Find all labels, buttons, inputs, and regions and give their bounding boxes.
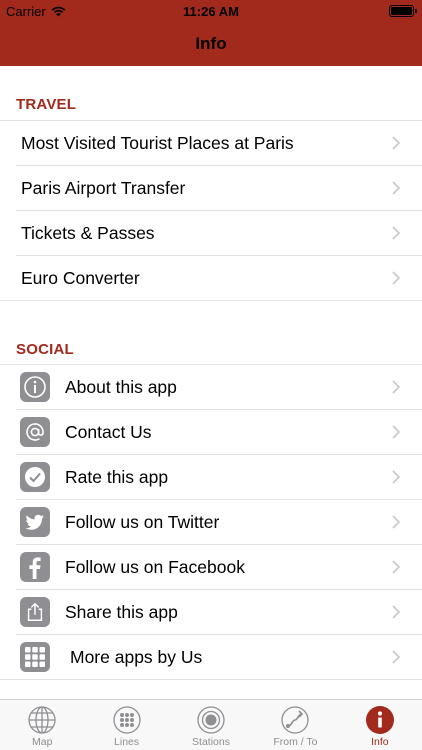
list-item-label: Tickets & Passes [21,222,155,243]
list-item-label: Follow us on Twitter [65,511,220,532]
list-item-about[interactable]: About this app [16,365,422,410]
chevron-right-icon [392,650,401,664]
share-icon [20,597,50,627]
list-item-label: Most Visited Tourist Places at Paris [21,132,294,153]
page-title: Info [195,34,227,53]
list-item-rate[interactable]: Rate this app [16,455,422,500]
chevron-right-icon [392,136,401,150]
list-item-twitter[interactable]: Follow us on Twitter [16,500,422,545]
list-item-facebook[interactable]: Follow us on Facebook [16,545,422,590]
list-item-tourist-places[interactable]: Most Visited Tourist Places at Paris [16,121,422,166]
tab-label: Info [371,736,389,748]
target-icon [197,706,225,734]
list-item-label: About this app [65,376,177,397]
dots-grid-icon [112,706,141,734]
list-item-share[interactable]: Share this app [16,590,422,635]
list-item-label: Share this app [65,601,178,622]
tab-stations[interactable]: Stations [169,700,253,750]
list-item-label: Rate this app [65,466,169,487]
twitter-icon [20,507,50,537]
status-time: 11:26 AM [183,4,239,19]
social-list: About this app Contact Us Rate this app … [0,364,422,680]
status-bar: Carrier 11:26 AM [0,0,422,22]
chevron-right-icon [392,181,401,195]
travel-list: Most Visited Tourist Places at Paris Par… [0,120,422,301]
list-item-label: Paris Airport Transfer [21,177,186,198]
chevron-right-icon [392,605,401,619]
tab-bar: Map Lines Stations From / To Info [0,699,422,750]
info-icon [20,372,50,402]
tab-label: Stations [192,736,230,748]
list-item-contact[interactable]: Contact Us [16,410,422,455]
tab-map[interactable]: Map [0,700,84,750]
header: Carrier 11:26 AM Info [0,0,422,66]
list-item-airport-transfer[interactable]: Paris Airport Transfer [16,166,422,211]
route-icon [281,706,310,734]
checkmark-icon [20,462,50,492]
chevron-right-icon [392,226,401,240]
chevron-right-icon [392,425,401,439]
tab-label: Map [31,736,53,748]
list-item-more-apps[interactable]: More apps by Us [0,635,422,680]
tab-lines[interactable]: Lines [84,700,168,750]
section-title-travel: TRAVEL [16,96,77,113]
grid-icon [20,642,50,672]
list-item-label: Contact Us [65,421,152,442]
chevron-right-icon [392,560,401,574]
list-item-tickets[interactable]: Tickets & Passes [16,211,422,256]
list-item-label: Euro Converter [21,267,140,288]
tab-label: From / To [273,736,318,748]
tab-label: Lines [114,736,140,748]
content[interactable]: TRAVEL Most Visited Tourist Places at Pa… [0,66,422,699]
globe-icon [28,706,56,734]
section-title-social: SOCIAL [16,341,74,358]
tab-from-to[interactable]: From / To [253,700,337,750]
chevron-right-icon [392,271,401,285]
info-icon [365,706,394,734]
list-item-label: Follow us on Facebook [65,556,245,577]
chevron-right-icon [392,380,401,394]
tab-info[interactable]: Info [338,700,422,750]
chevron-right-icon [392,515,401,529]
chevron-right-icon [392,470,401,484]
list-item-label: More apps by Us [70,646,203,667]
at-sign-icon [20,417,50,447]
facebook-icon [20,552,50,582]
list-item-euro-converter[interactable]: Euro Converter [0,256,422,301]
battery-icon [389,5,417,17]
